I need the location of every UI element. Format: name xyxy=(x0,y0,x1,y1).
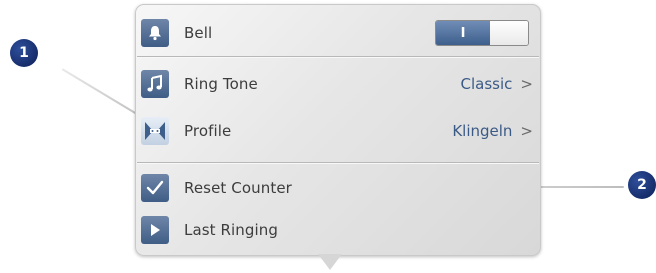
play-icon xyxy=(141,216,169,244)
ring-tone-label: Ring Tone xyxy=(184,75,258,93)
profile-label: Profile xyxy=(184,122,232,140)
divider-2 xyxy=(137,162,539,163)
chevron-right-icon: > xyxy=(520,122,533,140)
bell-icon xyxy=(141,19,169,47)
last-ringing-label: Last Ringing xyxy=(184,221,279,239)
reset-counter-row[interactable]: Reset Counter xyxy=(141,170,533,206)
bell-label: Bell xyxy=(184,24,213,42)
settings-popover: Bell I Ring Tone Classic > Profile Kling… xyxy=(135,4,541,256)
profile-icon xyxy=(141,117,169,145)
profile-value: Klingeln xyxy=(452,122,513,140)
last-ringing-row[interactable]: Last Ringing xyxy=(141,212,533,248)
popover-pointer xyxy=(318,254,342,270)
chevron-right-icon: > xyxy=(520,75,533,93)
profile-row[interactable]: Profile Klingeln > xyxy=(141,113,533,149)
music-note-icon xyxy=(141,70,169,98)
callout-leader-1 xyxy=(61,68,147,121)
callout-badge-2: 2 xyxy=(628,171,656,199)
bell-row: Bell I xyxy=(141,15,533,51)
bell-toggle-on: I xyxy=(436,21,490,45)
checkmark-icon xyxy=(141,174,169,202)
bell-toggle-off xyxy=(490,21,528,45)
divider-1 xyxy=(137,56,539,57)
callout-badge-1: 1 xyxy=(10,39,38,67)
ring-tone-row[interactable]: Ring Tone Classic > xyxy=(141,66,533,102)
ring-tone-value: Classic xyxy=(460,75,513,93)
reset-counter-label: Reset Counter xyxy=(184,179,292,197)
bell-toggle[interactable]: I xyxy=(435,20,529,46)
